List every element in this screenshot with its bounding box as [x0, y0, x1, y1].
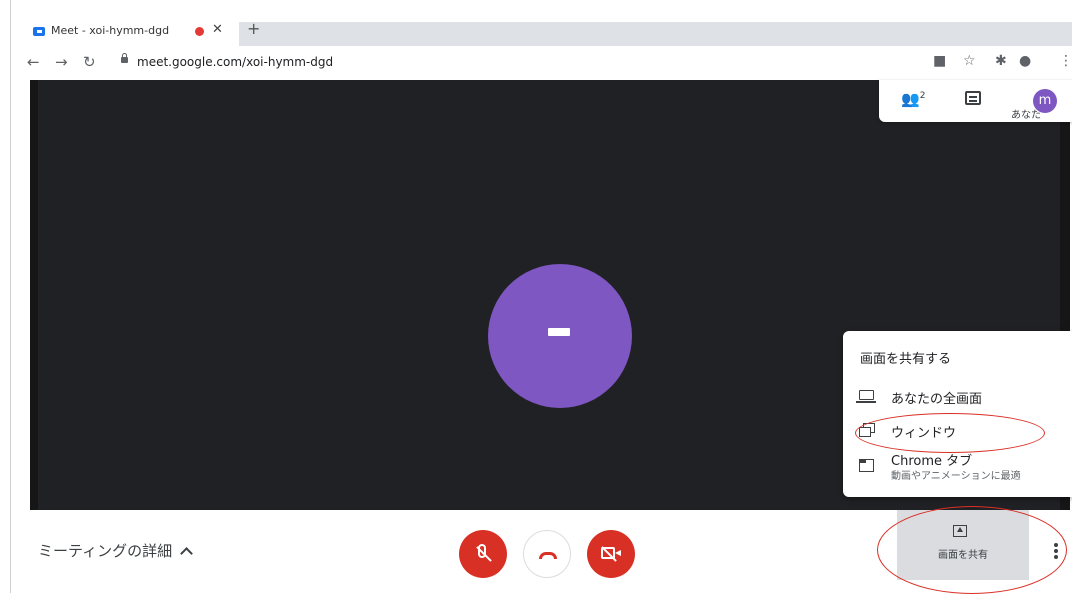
reload-icon[interactable]: ↻: [83, 53, 96, 71]
tab-meet[interactable]: Meet - xoi-hymm-dgd ✕: [23, 18, 237, 46]
meeting-details-label: ミーティングの詳細: [38, 542, 173, 560]
back-icon[interactable]: ←: [27, 53, 40, 71]
share-menu-heading: 画面を共有する: [860, 352, 952, 367]
meet-favicon-icon: [33, 27, 45, 36]
recording-dot-icon: [195, 27, 204, 36]
menu-item-label: あなたの全画面: [891, 392, 983, 407]
forward-icon[interactable]: →: [55, 53, 68, 71]
laptop-icon: [856, 390, 876, 403]
highlight-window-annotation: [855, 413, 1045, 453]
chevron-up-icon: [180, 547, 193, 560]
url-text: meet.google.com/xoi-hymm-dgd: [137, 55, 334, 69]
browser-window: Meet - xoi-hymm-dgd ✕ + ← → ↻ meet.googl…: [10, 0, 1072, 594]
camera-icon[interactable]: ■: [933, 53, 946, 69]
lock-icon: [121, 53, 128, 63]
new-tab-icon[interactable]: +: [247, 19, 260, 38]
address-bar[interactable]: meet.google.com/xoi-hymm-dgd: [107, 51, 917, 75]
camera-toggle-button[interactable]: [587, 530, 635, 578]
hang-up-icon: [539, 552, 557, 559]
menu-item-sublabel: 動画やアニメーションに最適: [891, 471, 1021, 482]
highlight-share-annotation: [877, 506, 1067, 594]
mic-toggle-button[interactable]: [459, 530, 507, 578]
avatar-placeholder-icon: [548, 328, 570, 336]
menu-item-entire-screen[interactable]: あなたの全画面: [843, 379, 1072, 413]
profile-icon[interactable]: ●: [1019, 53, 1031, 69]
participant-count: 2: [919, 91, 926, 101]
star-icon[interactable]: ☆: [963, 53, 976, 69]
browser-toolbar: ← → ↻ meet.google.com/xoi-hymm-dgd ■ ☆ ✱…: [11, 46, 1072, 80]
browser-menu-icon[interactable]: ⋮: [1059, 53, 1072, 69]
participants-button[interactable]: 👥2: [901, 90, 925, 108]
self-avatar[interactable]: m: [1033, 89, 1057, 113]
tab-close-icon[interactable]: ✕: [212, 22, 223, 37]
meeting-details-button[interactable]: ミーティングの詳細: [38, 540, 193, 561]
tab-icon: [859, 459, 874, 472]
chat-icon[interactable]: [965, 91, 981, 105]
tab-strip: Meet - xoi-hymm-dgd ✕ +: [11, 14, 1072, 46]
menu-item-chrome-tab[interactable]: Chrome タブ 動画やアニメーションに最適: [843, 449, 1072, 483]
tab-title: Meet - xoi-hymm-dgd: [51, 24, 170, 37]
participant-avatar: [488, 264, 632, 408]
extensions-icon[interactable]: ✱: [995, 53, 1007, 69]
leave-call-button[interactable]: [523, 530, 571, 578]
top-right-panel: 👥2 あなた m: [879, 80, 1072, 122]
people-icon: 👥: [901, 90, 920, 108]
